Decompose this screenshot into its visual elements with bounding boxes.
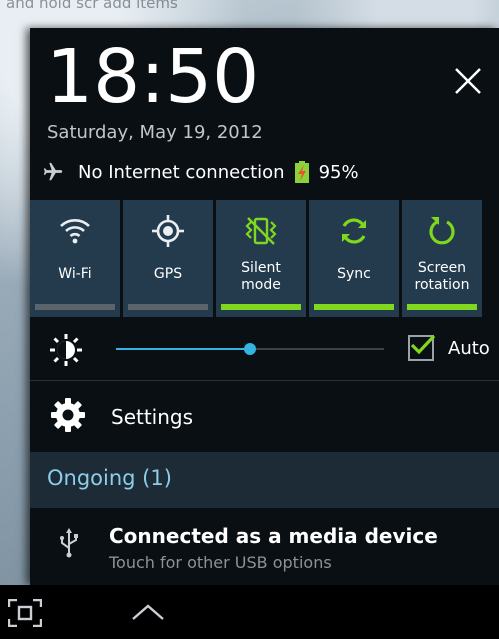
date-label: Saturday, May 19, 2012 <box>47 122 263 143</box>
toggle-indicator <box>314 304 394 310</box>
toggle-gps[interactable]: GPS <box>123 200 213 317</box>
clock-time: 18:50 <box>46 34 260 120</box>
sync-icon <box>342 218 366 244</box>
gps-icon <box>152 215 184 247</box>
wallpaper-text: and hold scr add items <box>6 0 178 12</box>
settings-row[interactable]: Settings <box>30 381 499 451</box>
status-row: No Internet connection 95% <box>42 161 359 183</box>
battery-icon <box>294 161 309 183</box>
toggle-label: GPS <box>153 266 183 282</box>
auto-brightness-checkbox[interactable] <box>408 334 436 361</box>
toggle-indicator <box>221 304 301 310</box>
toggle-label: Sync <box>337 266 371 282</box>
auto-brightness[interactable]: Auto <box>398 334 490 361</box>
airplane-icon <box>43 162 63 181</box>
chevron-up-icon[interactable] <box>130 601 166 623</box>
connection-status: No Internet connection <box>78 161 285 183</box>
brightness-slider[interactable] <box>116 343 384 355</box>
battery-percent: 95% <box>318 161 359 183</box>
screenshot-icon[interactable] <box>8 599 42 627</box>
usb-icon <box>60 528 78 558</box>
notification-title: Connected as a media device <box>109 524 438 548</box>
close-icon[interactable] <box>451 64 485 98</box>
quick-toggles: Wi-Fi GPS Silent mode Sync Screen rotati… <box>30 200 499 317</box>
notification-panel: 18:50 Saturday, May 19, 2012 No Internet… <box>30 28 499 585</box>
notification-subtitle: Touch for other USB options <box>109 553 332 572</box>
brightness-slider-thumb[interactable] <box>244 343 256 355</box>
silent-mode-icon <box>245 217 277 245</box>
toggle-wifi[interactable]: Wi-Fi <box>30 200 120 317</box>
brightness-row: Auto <box>30 318 499 381</box>
wifi-icon <box>60 219 90 244</box>
brightness-icon <box>50 334 82 366</box>
toggle-label: Wi-Fi <box>58 266 92 282</box>
auto-brightness-label: Auto <box>448 337 490 359</box>
navigation-bar <box>0 585 499 639</box>
toggle-screen-rotation[interactable]: Screen rotation <box>402 200 482 317</box>
toggle-sync[interactable]: Sync <box>309 200 399 317</box>
ongoing-header: Ongoing (1) <box>30 452 499 508</box>
toggle-indicator <box>407 304 477 310</box>
toggle-indicator <box>35 304 115 310</box>
gear-icon <box>51 398 85 432</box>
toggle-indicator <box>128 304 208 310</box>
settings-label: Settings <box>111 405 194 429</box>
toggle-label: Screen rotation <box>414 260 470 293</box>
ongoing-label: Ongoing (1) <box>47 466 172 490</box>
toggle-silent-mode[interactable]: Silent mode <box>216 200 306 317</box>
toggle-label: Silent mode <box>241 260 281 293</box>
checkmark-icon <box>410 334 436 355</box>
brightness-slider-fill <box>116 348 250 350</box>
usb-notification[interactable]: Connected as a media device Touch for ot… <box>30 510 499 582</box>
screen-rotation-icon <box>429 217 455 245</box>
